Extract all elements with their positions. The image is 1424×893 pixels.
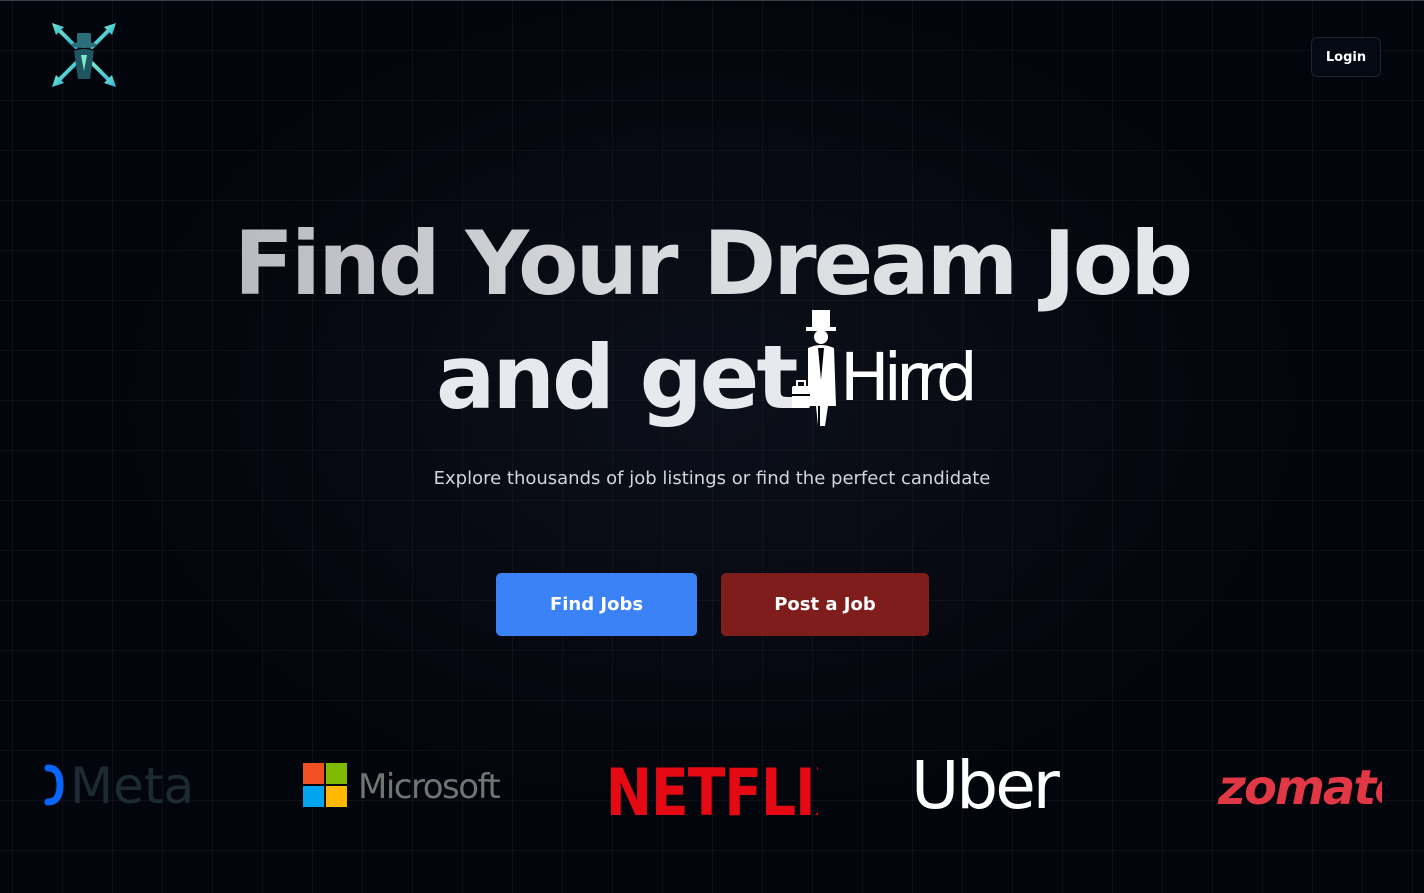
top-border bbox=[0, 0, 1424, 1]
svg-text:NETFLIX: NETFLIX bbox=[606, 756, 818, 820]
post-job-button[interactable]: Post a Job bbox=[721, 573, 929, 636]
company-logo-meta[interactable]: Meta bbox=[44, 750, 214, 820]
hero-title-line2: and get bbox=[436, 326, 798, 429]
svg-text:zomato: zomato bbox=[1217, 760, 1382, 816]
login-button[interactable]: Login bbox=[1311, 37, 1381, 77]
company-logo-uber[interactable]: Uber bbox=[910, 750, 1080, 820]
company-logo-zomato-clip: zomato bbox=[1216, 750, 1382, 820]
microsoft-squares-icon bbox=[303, 763, 347, 807]
company-logo-zomato[interactable]: zomato bbox=[1216, 750, 1382, 820]
hero-subtitle: Explore thousands of job listings or fin… bbox=[433, 468, 991, 489]
svg-text:Microsoft: Microsoft bbox=[358, 767, 500, 807]
svg-text:Uber: Uber bbox=[911, 750, 1061, 820]
hirrd-brand-logo: Hirrd bbox=[792, 310, 978, 426]
company-logo-microsoft[interactable]: Microsoft bbox=[302, 750, 516, 820]
svg-text:Hirrd: Hirrd bbox=[840, 339, 972, 416]
hat-figure-logo-icon[interactable] bbox=[50, 21, 118, 89]
company-logo-netflix[interactable]: NETFLIX bbox=[604, 750, 818, 820]
meta-infinity-icon bbox=[44, 764, 64, 806]
hero-title-line1: Find Your Dream Job bbox=[0, 214, 1424, 314]
svg-text:Meta: Meta bbox=[70, 757, 194, 815]
find-jobs-button[interactable]: Find Jobs bbox=[496, 573, 697, 636]
